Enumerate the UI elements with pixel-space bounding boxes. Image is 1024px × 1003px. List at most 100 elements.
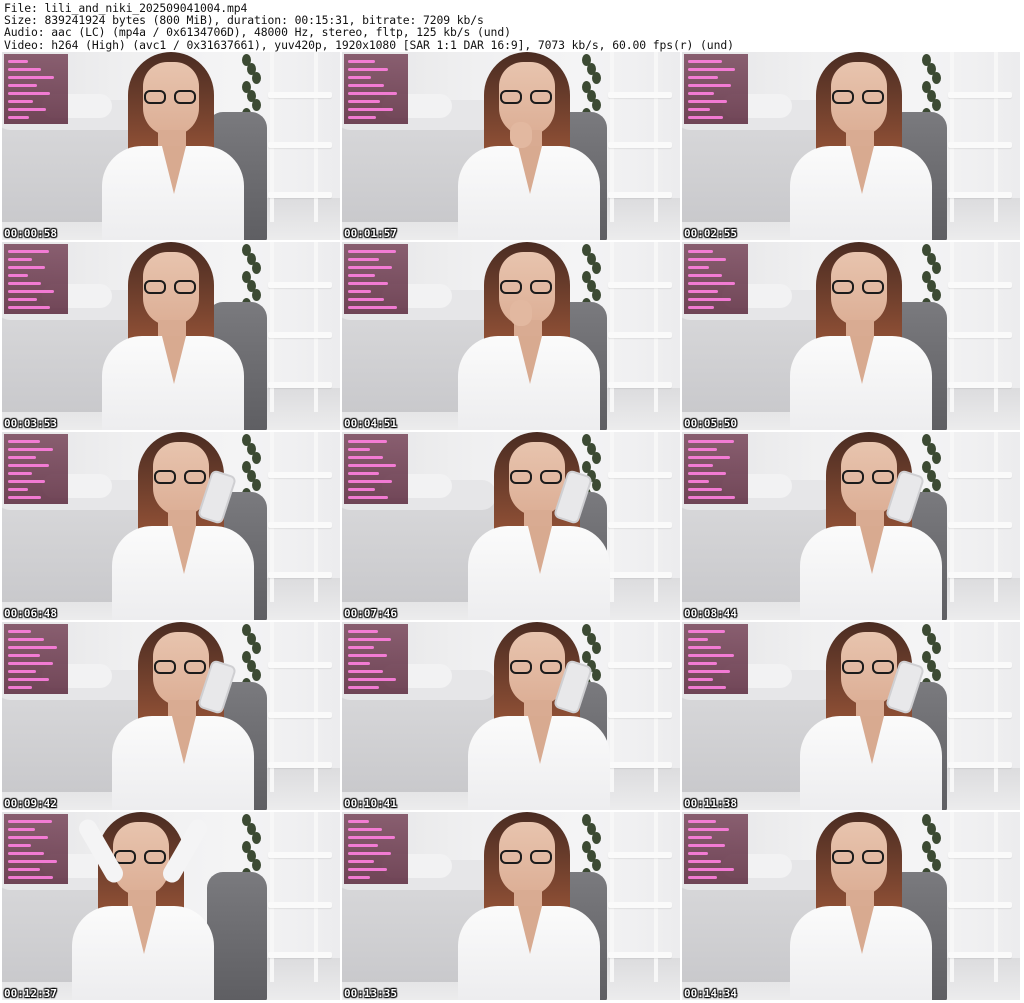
shirt-neckline (518, 906, 542, 954)
thumbnail-timestamp: 00:09:42 (4, 797, 57, 810)
person (98, 52, 248, 240)
thumbnail-timestamp: 00:10:41 (344, 797, 397, 810)
glasses-icon (510, 660, 564, 674)
glasses-icon (500, 280, 554, 294)
thumbnail-timestamp: 00:06:48 (4, 607, 57, 620)
shelf-board (948, 92, 1012, 98)
shirt-neckline (850, 906, 874, 954)
stream-overlay-panel (684, 814, 748, 884)
shelf-board (268, 522, 332, 528)
shelf-board (608, 572, 672, 578)
shelf-board (608, 662, 672, 668)
thumbnail-timestamp: 00:00:58 (4, 227, 57, 240)
person (796, 622, 946, 810)
video-thumbnail[interactable]: 00:07:46 (342, 432, 680, 620)
shelf-board (268, 952, 332, 958)
video-thumbnail[interactable]: 00:02:55 (682, 52, 1020, 240)
shelf-board (608, 472, 672, 478)
shelf-board (268, 192, 332, 198)
stream-overlay-panel (344, 244, 408, 314)
glasses-icon (500, 90, 554, 104)
shelf-board (268, 382, 332, 388)
shelf-board (948, 572, 1012, 578)
glasses-icon (832, 850, 886, 864)
stream-overlay-panel (344, 814, 408, 884)
thumbnail-timestamp: 00:11:38 (684, 797, 737, 810)
stream-overlay-panel (4, 54, 68, 124)
shirt-neckline (850, 146, 874, 194)
stream-overlay-panel (684, 624, 748, 694)
video-thumbnail[interactable]: 00:13:35 (342, 812, 680, 1000)
stream-overlay-panel (4, 244, 68, 314)
glasses-icon (842, 660, 896, 674)
video-info-line: Video: h264 (High) (avc1 / 0x31637661), … (4, 37, 734, 52)
thumbnail-grid: 00:00:58 00:01:57 00:02:55 00:03:53 00:04:51… (0, 52, 1024, 1003)
person (464, 432, 614, 620)
shirt-neckline (172, 716, 196, 764)
glasses-icon (154, 470, 208, 484)
shelf-board (948, 332, 1012, 338)
video-thumbnail[interactable]: 00:06:48 (2, 432, 340, 620)
shelf-board (948, 952, 1012, 958)
shelf-board (948, 712, 1012, 718)
person (786, 52, 936, 240)
thumbnail-timestamp: 00:03:53 (4, 417, 57, 430)
thumbnail-timestamp: 00:08:44 (684, 607, 737, 620)
video-thumbnail[interactable]: 00:12:37 (2, 812, 340, 1000)
thumbnail-timestamp: 00:14:34 (684, 987, 737, 1000)
shirt-neckline (518, 336, 542, 384)
video-thumbnail[interactable]: 00:03:53 (2, 242, 340, 430)
person (464, 622, 614, 810)
video-thumbnail[interactable]: 00:04:51 (342, 242, 680, 430)
thumbnail-timestamp: 00:02:55 (684, 227, 737, 240)
hand (510, 300, 532, 326)
glasses-icon (144, 280, 198, 294)
shirt-neckline (860, 716, 884, 764)
person (786, 242, 936, 430)
shirt-neckline (132, 906, 156, 954)
stream-overlay-panel (4, 624, 68, 694)
person (108, 432, 258, 620)
stream-overlay-panel (684, 244, 748, 314)
shelf-board (608, 282, 672, 288)
glasses-icon (154, 660, 208, 674)
stream-overlay-panel (4, 434, 68, 504)
video-thumbnail[interactable]: 00:05:50 (682, 242, 1020, 430)
video-thumbnail[interactable]: 00:00:58 (2, 52, 340, 240)
shelf-board (268, 572, 332, 578)
shelf-board (608, 712, 672, 718)
shelf-board (948, 852, 1012, 858)
shelf-board (608, 902, 672, 908)
shelf-board (268, 142, 332, 148)
person (68, 812, 218, 1000)
shelf-board (608, 522, 672, 528)
shirt-neckline (850, 336, 874, 384)
file-info-header: File: lili_and_niki_202509041004.mp4 Size… (4, 2, 1020, 51)
video-thumbnail[interactable]: 00:10:41 (342, 622, 680, 810)
shelf-board (948, 192, 1012, 198)
shelf-board (948, 282, 1012, 288)
stream-overlay-panel (344, 624, 408, 694)
shirt-neckline (162, 336, 186, 384)
stream-overlay-panel (4, 814, 68, 884)
video-thumbnail[interactable]: 00:08:44 (682, 432, 1020, 620)
video-thumbnail[interactable]: 00:01:57 (342, 52, 680, 240)
hand (510, 122, 532, 148)
person (454, 52, 604, 240)
glasses-icon (144, 90, 198, 104)
shelf-board (948, 522, 1012, 528)
person (454, 812, 604, 1000)
shirt-neckline (162, 146, 186, 194)
shelf-board (268, 92, 332, 98)
glasses-icon (114, 850, 168, 864)
video-thumbnail[interactable]: 00:14:34 (682, 812, 1020, 1000)
shelf-board (268, 472, 332, 478)
thumbnail-timestamp: 00:04:51 (344, 417, 397, 430)
person (454, 242, 604, 430)
video-thumbnail[interactable]: 00:11:38 (682, 622, 1020, 810)
stream-overlay-panel (684, 434, 748, 504)
video-thumbnail[interactable]: 00:09:42 (2, 622, 340, 810)
shirt-neckline (172, 526, 196, 574)
shelf-board (268, 762, 332, 768)
person (108, 622, 258, 810)
